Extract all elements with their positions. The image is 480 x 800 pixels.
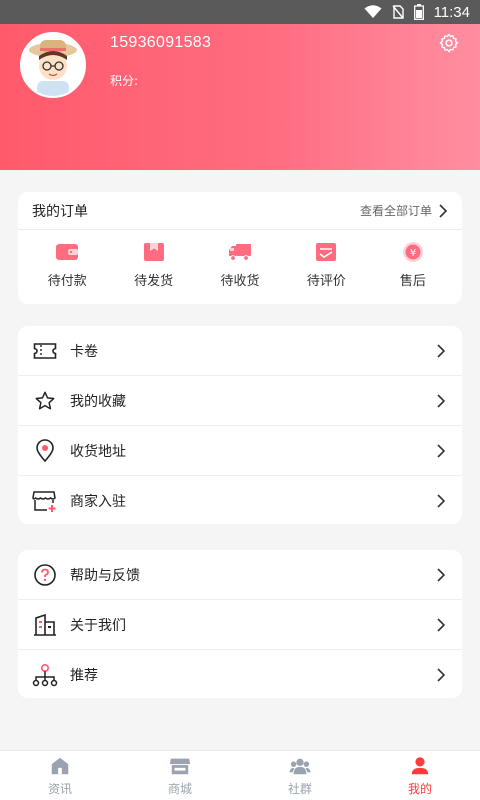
chevron-right-icon [437,443,446,458]
order-status-after-sale[interactable]: ¥ 售后 [370,240,456,289]
order-status-pending-receipt[interactable]: 待收货 [197,240,283,289]
menu-item-favorites[interactable]: 我的收藏 [18,376,462,426]
share-network-icon [32,663,58,687]
order-status-label: 待发货 [134,274,174,289]
orders-header: 我的订单 查看全部订单 [18,192,462,230]
menu-item-coupons[interactable]: 卡卷 [18,326,462,376]
menu-item-address[interactable]: 收货地址 [18,426,462,476]
orders-card: 我的订单 查看全部订单 待付款 待发货 待收货 待评价 ¥ 售后 [18,192,462,304]
menu-item-label: 收货地址 [70,443,126,460]
chevron-right-icon [439,203,448,218]
star-icon [35,391,55,409]
menu-item-label: 我的收藏 [70,393,126,410]
profile-header: 15936091583 积分: [0,24,480,170]
tab-label: 我的 [407,781,432,796]
chevron-right-icon [437,668,446,682]
menu-item-help-feedback[interactable]: 帮助与反馈 [18,550,462,600]
order-status-label: 待收货 [220,274,260,289]
tab-me[interactable]: 我的 [360,751,480,800]
menu-list-secondary: 帮助与反馈 关于我们 推荐 [18,550,462,698]
no-sim-icon [392,5,404,19]
tab-mall[interactable]: 商城 [120,751,240,800]
order-status-label: 待付款 [47,274,87,289]
order-status-pending-review[interactable]: 待评价 [283,240,369,289]
svg-text:¥: ¥ [410,248,416,259]
truck-icon [229,244,252,261]
package-icon [143,243,164,261]
bottom-tab-bar: 资讯 商城 社群 我的 [0,750,480,800]
shop-icon [169,758,191,774]
tab-label: 社群 [287,781,312,796]
order-status-label: 售后 [399,274,426,289]
tab-community[interactable]: 社群 [240,751,360,800]
menu-item-label: 关于我们 [70,617,126,634]
review-icon [316,243,337,261]
avatar-illustration [22,34,84,96]
help-icon [34,563,56,586]
settings-gear-icon[interactable] [438,32,460,54]
after-sale-icon: ¥ [402,242,423,262]
menu-item-label: 商家入驻 [70,494,126,510]
wifi-icon [364,5,382,18]
menu-item-merchant-join[interactable]: 商家入驻 [18,476,462,524]
tab-label: 商城 [167,781,192,796]
community-icon [289,758,311,774]
person-icon [411,756,429,774]
store-icon [32,491,56,512]
order-status-pending-payment[interactable]: 待付款 [24,240,110,289]
chevron-right-icon [437,393,446,408]
menu-item-about-us[interactable]: 关于我们 [18,600,462,650]
tab-news[interactable]: 资讯 [0,751,120,800]
user-phone: 15936091583 [110,34,212,51]
chevron-right-icon [437,617,446,632]
menu-item-recommend[interactable]: 推荐 [18,650,462,698]
order-status-label: 待评价 [306,274,346,289]
status-time: 11:34 [433,3,470,21]
view-all-orders-link[interactable]: 查看全部订单 [360,202,448,219]
location-icon [36,438,54,462]
order-status-grid: 待付款 待发货 待收货 待评价 ¥ 售后 [18,230,462,289]
menu-item-label: 帮助与反馈 [70,567,140,584]
building-icon [34,613,56,636]
ticket-icon [33,342,57,359]
points-label: 积分: [110,74,139,88]
home-icon [51,757,69,774]
menu-item-label: 推荐 [70,668,98,684]
status-bar: 11:34 [0,0,480,24]
menu-list-primary: 卡卷 我的收藏 收货地址 商家入驻 [18,326,462,524]
wallet-icon [56,244,79,260]
tab-label: 资讯 [47,781,72,796]
chevron-right-icon [437,494,446,508]
orders-title: 我的订单 [32,203,88,220]
view-all-orders-label: 查看全部订单 [359,204,432,218]
order-status-pending-shipment[interactable]: 待发货 [110,240,196,289]
chevron-right-icon [437,343,446,358]
avatar[interactable] [20,32,86,98]
battery-icon [413,4,424,20]
chevron-right-icon [437,567,446,582]
menu-item-label: 卡卷 [70,343,98,360]
